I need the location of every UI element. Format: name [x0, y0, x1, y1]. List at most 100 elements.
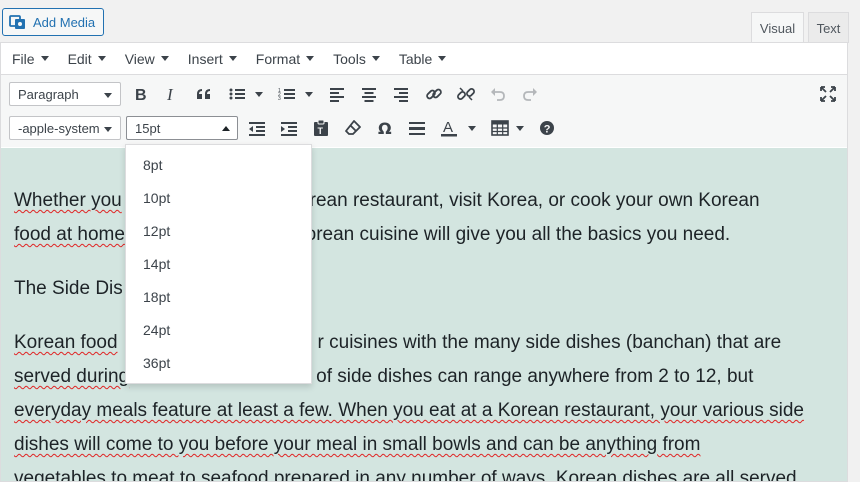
- heading-text: The Side Dis: [14, 278, 123, 299]
- font-size-option[interactable]: 10pt: [126, 181, 311, 214]
- numbered-list-chevron-icon[interactable]: [305, 92, 313, 97]
- align-right-icon: [394, 88, 408, 102]
- text-color-chevron-icon[interactable]: [468, 126, 476, 131]
- menu-format[interactable]: Format: [245, 51, 322, 67]
- menu-tools-label: Tools: [333, 50, 366, 67]
- chevron-down-icon: [104, 127, 112, 132]
- clear-formatting-button[interactable]: [341, 116, 365, 140]
- menu-view[interactable]: View: [114, 51, 177, 67]
- menu-table[interactable]: Table: [388, 51, 454, 67]
- bold-button[interactable]: B: [128, 82, 152, 106]
- tab-visual[interactable]: Visual: [751, 12, 804, 44]
- add-media-button[interactable]: Add Media: [2, 8, 105, 36]
- font-family-select[interactable]: -apple-system: [9, 116, 121, 140]
- text-color-icon: A: [441, 119, 457, 137]
- blockquote-icon: [197, 89, 210, 99]
- table-icon: [491, 120, 509, 136]
- align-center-button[interactable]: [357, 82, 381, 106]
- font-size-option[interactable]: 18pt: [126, 280, 311, 313]
- toolbar-primary: Paragraph B I 1 2 3: [1, 75, 847, 112]
- bullet-list-chevron-icon[interactable]: [255, 92, 263, 97]
- block-format-select[interactable]: Paragraph: [9, 82, 121, 106]
- outdent-icon: [249, 122, 265, 136]
- bullet-list-icon: [229, 88, 245, 100]
- unlink-button[interactable]: [454, 82, 478, 106]
- font-size-option[interactable]: 8pt: [126, 148, 311, 181]
- chevron-down-icon: [104, 93, 112, 98]
- svg-text:Ω: Ω: [378, 119, 392, 137]
- menu-edit[interactable]: Edit: [57, 51, 114, 67]
- font-size-select[interactable]: 15pt: [126, 116, 238, 140]
- toolbar-secondary: -apple-system 15pt T Ω A ?: [1, 110, 847, 147]
- align-left-button[interactable]: [325, 82, 349, 106]
- paragraph-2-line-5: vegetables to meat to seafood prepared i…: [14, 468, 797, 481]
- numbered-list-button[interactable]: 1 2 3: [275, 82, 299, 106]
- font-size-option[interactable]: 14pt: [126, 247, 311, 280]
- unlink-icon: [457, 87, 475, 101]
- help-icon: ?: [540, 121, 554, 135]
- text-fragment: n a Korean restaurant, visit Korea, or c…: [254, 190, 760, 211]
- tab-text[interactable]: Text: [808, 12, 849, 43]
- menubar: File Edit View Insert Format Tools Table: [1, 43, 847, 75]
- outdent-button[interactable]: [245, 116, 269, 140]
- chevron-up-icon: [222, 126, 230, 131]
- italic-button[interactable]: I: [159, 82, 183, 106]
- chevron-down-icon: [438, 56, 447, 61]
- fullscreen-button[interactable]: [816, 82, 840, 106]
- horizontal-line-button[interactable]: [405, 116, 429, 140]
- blockquote-button[interactable]: [192, 82, 216, 106]
- svg-text:3: 3: [278, 96, 281, 102]
- undo-icon: [491, 88, 505, 101]
- text-color-button[interactable]: A: [437, 116, 461, 140]
- chevron-down-icon: [97, 56, 106, 61]
- font-size-option[interactable]: 36pt: [126, 346, 311, 379]
- svg-text:B: B: [135, 87, 147, 102]
- bullet-list-button[interactable]: [225, 82, 249, 106]
- link-button[interactable]: [422, 82, 446, 106]
- table-button[interactable]: [488, 116, 512, 140]
- menu-file[interactable]: File: [1, 51, 57, 67]
- redo-button[interactable]: [518, 82, 542, 106]
- bold-icon: B: [135, 87, 147, 102]
- menu-tools[interactable]: Tools: [322, 51, 388, 67]
- italic-icon: I: [166, 86, 174, 102]
- font-size-option[interactable]: 24pt: [126, 313, 311, 346]
- special-character-button[interactable]: Ω: [373, 116, 397, 140]
- indent-icon: [281, 122, 297, 136]
- paste-text-icon: T: [314, 119, 328, 136]
- font-size-dropdown: 8pt 10pt 12pt 14pt 18pt 24pt 36pt: [125, 144, 312, 384]
- help-button[interactable]: ?: [535, 116, 559, 140]
- svg-text:?: ?: [544, 123, 551, 135]
- svg-text:I: I: [166, 86, 174, 102]
- font-size-value: 15pt: [135, 120, 161, 136]
- omega-icon: Ω: [378, 119, 392, 137]
- link-icon: [426, 88, 442, 100]
- block-format-value: Paragraph: [18, 86, 79, 102]
- paste-text-button[interactable]: T: [309, 116, 333, 140]
- font-family-value: -apple-system: [18, 120, 100, 136]
- menu-table-label: Table: [398, 50, 433, 67]
- chevron-down-icon: [371, 56, 380, 61]
- menu-insert[interactable]: Insert: [177, 51, 245, 67]
- fullscreen-icon: [820, 86, 836, 102]
- menu-view-label: View: [124, 50, 155, 67]
- numbered-list-icon: 1 2 3: [278, 88, 295, 102]
- chevron-down-icon: [306, 56, 315, 61]
- chevron-down-icon: [228, 56, 237, 61]
- menu-format-label: Format: [255, 50, 301, 67]
- undo-button[interactable]: [486, 82, 510, 106]
- svg-text:A: A: [443, 119, 453, 136]
- text-fragment: Whether you: [14, 190, 122, 211]
- text-fragment: food at home: [14, 224, 125, 245]
- table-chevron-icon[interactable]: [516, 126, 524, 131]
- clear-formatting-icon: [345, 120, 361, 135]
- menu-insert-label: Insert: [187, 50, 223, 67]
- menu-edit-label: Edit: [67, 50, 92, 67]
- text-fragment: Korean food: [14, 332, 118, 353]
- align-left-icon: [330, 88, 344, 102]
- font-size-option[interactable]: 12pt: [126, 214, 311, 247]
- align-right-button[interactable]: [389, 82, 413, 106]
- menu-file-label: File: [12, 50, 35, 67]
- horizontal-line-icon: [409, 122, 425, 135]
- indent-button[interactable]: [277, 116, 301, 140]
